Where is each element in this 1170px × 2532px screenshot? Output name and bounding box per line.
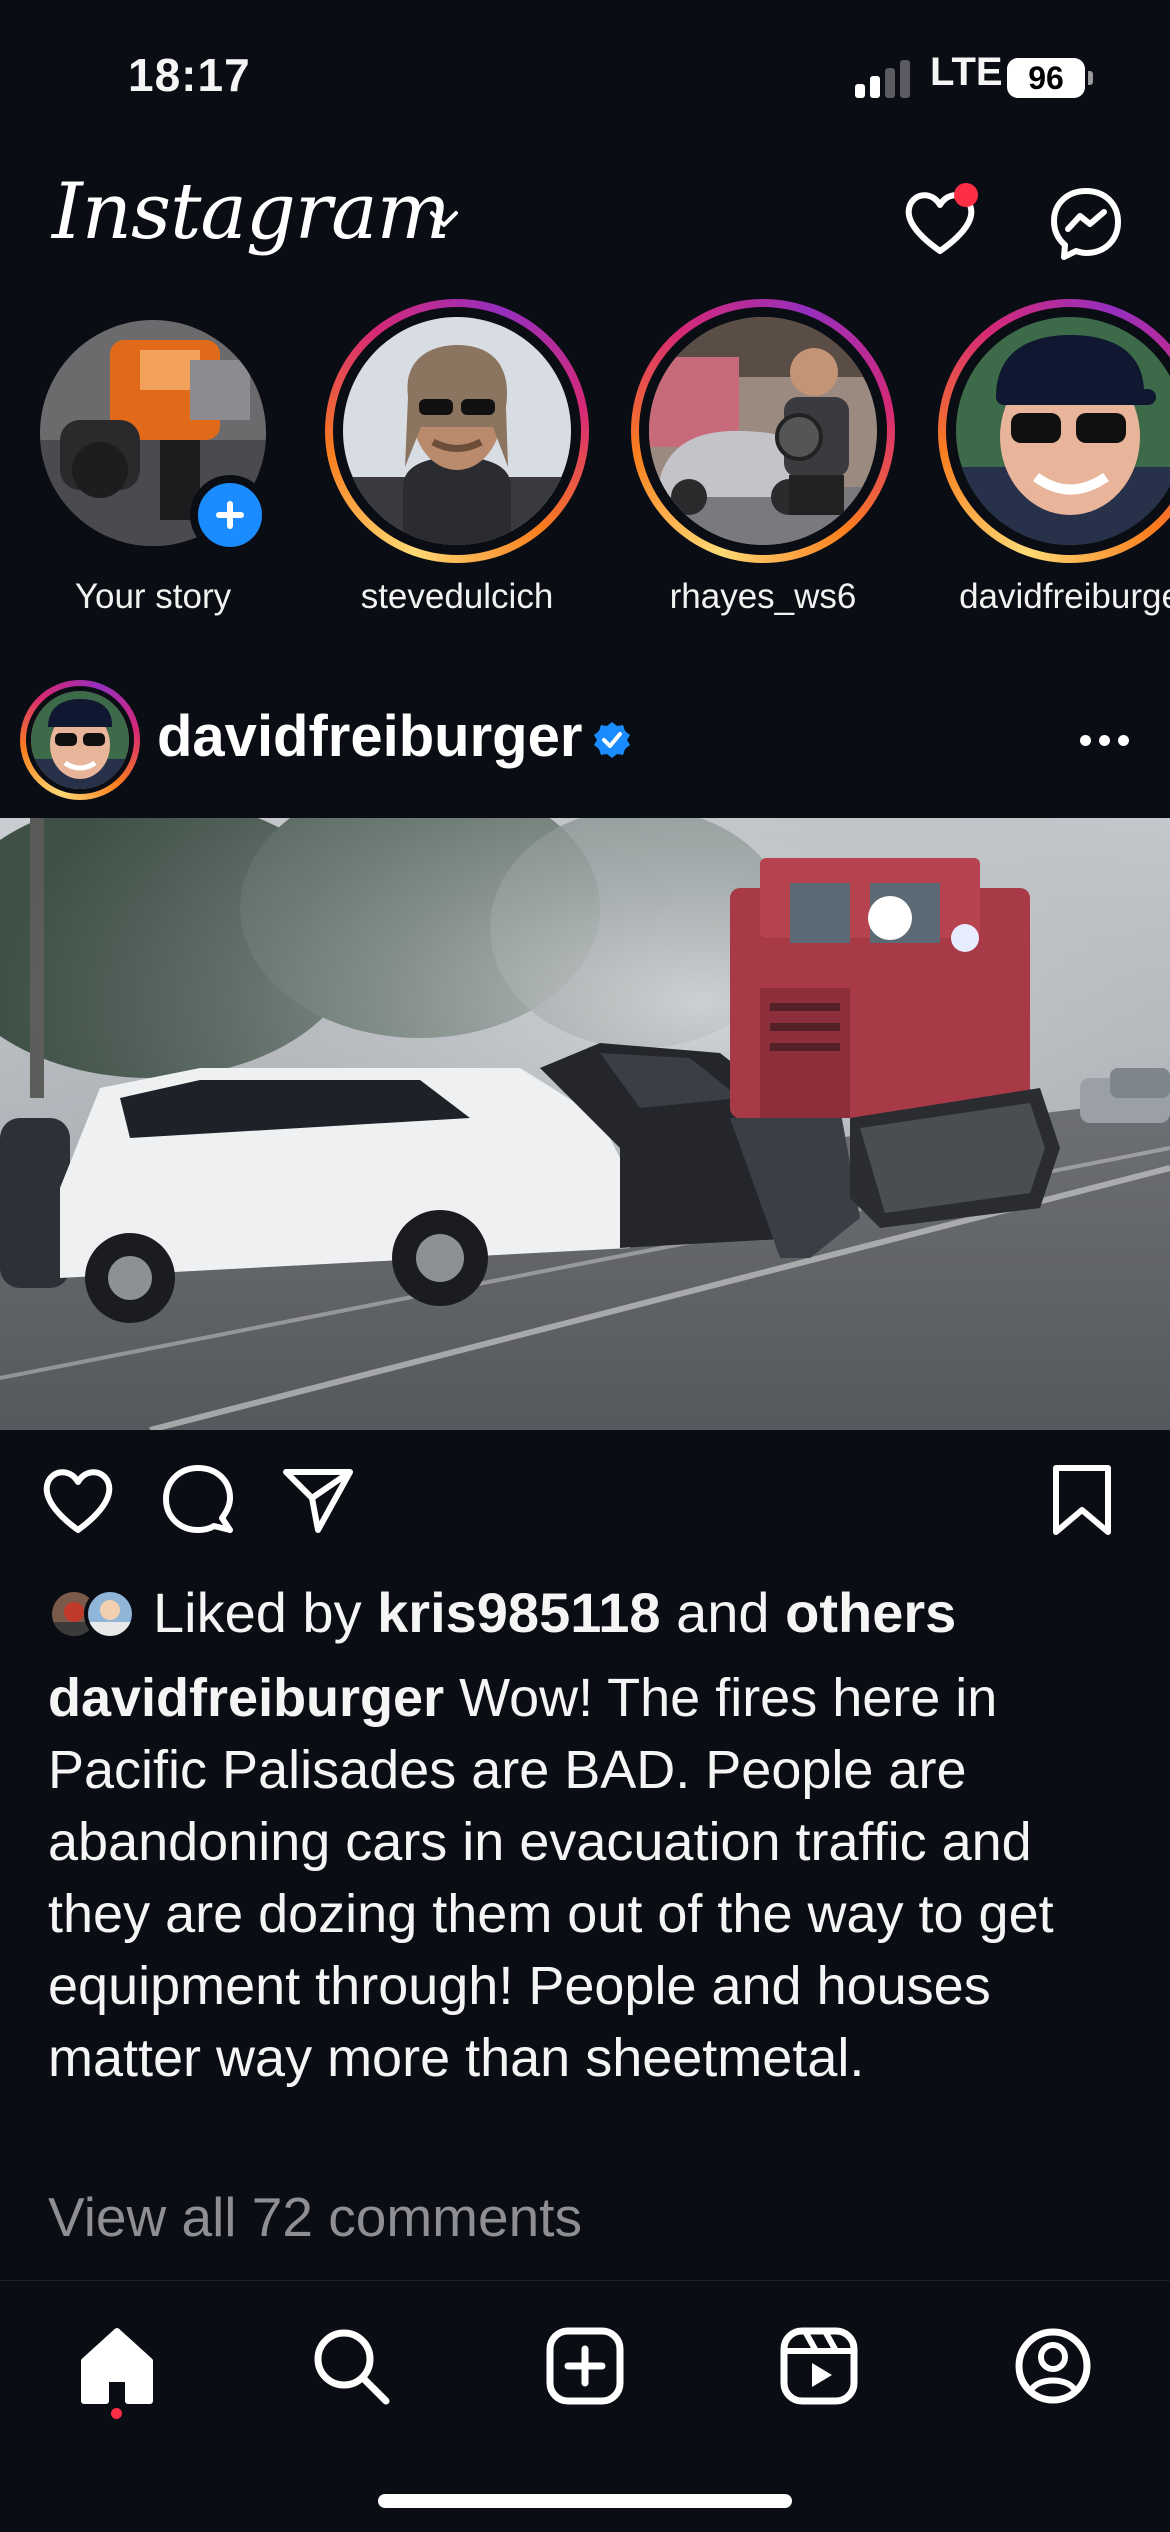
liker-avatar: [84, 1588, 136, 1640]
app-header: Instagram: [0, 165, 1170, 275]
status-time: 18:17: [128, 49, 251, 101]
story-ring: [938, 299, 1170, 563]
story-avatar: [343, 317, 571, 545]
verified-badge-icon: [594, 722, 630, 758]
story-davidfreiburger[interactable]: davidfreiburge: [925, 295, 1170, 625]
story-label: Your story: [74, 577, 232, 616]
liker-username[interactable]: kris985118: [377, 1581, 660, 1644]
like-icon[interactable]: [38, 1460, 118, 1540]
story-your-story[interactable]: Your story: [0, 295, 280, 625]
bookmark-icon[interactable]: [1042, 1460, 1122, 1540]
messenger-icon[interactable]: [1046, 183, 1126, 263]
create-icon[interactable]: [540, 2321, 630, 2411]
battery-tip: [1088, 71, 1093, 85]
comment-icon[interactable]: [158, 1460, 238, 1540]
story-label: davidfreiburge: [959, 577, 1170, 616]
caption-username[interactable]: davidfreiburger: [48, 1668, 444, 1728]
post-actions: [0, 1460, 1170, 1550]
home-indicator: [378, 2494, 792, 2508]
profile-icon[interactable]: [1008, 2321, 1098, 2411]
signal-icon: [855, 58, 915, 98]
chevron-down-icon[interactable]: [424, 205, 464, 235]
home-activity-dot: [111, 2408, 122, 2419]
post-avatar: [26, 686, 134, 794]
home-icon[interactable]: [72, 2321, 162, 2411]
likes-others[interactable]: others: [785, 1581, 956, 1644]
story-label: stevedulcich: [360, 577, 554, 616]
story-label: rhayes_ws6: [669, 577, 857, 616]
bottom-tab-bar: [0, 2280, 1170, 2532]
post-caption: davidfreiburger Wow! The fires here in P…: [48, 1662, 1128, 2094]
story-avatar: [956, 317, 1170, 545]
likes-text[interactable]: Liked by kris985118 and others: [153, 1580, 956, 1645]
search-icon[interactable]: [306, 2321, 396, 2411]
post-image[interactable]: [0, 818, 1170, 1430]
post-avatar-ring[interactable]: [20, 680, 140, 800]
add-story-icon[interactable]: [190, 475, 270, 555]
battery-icon: 96: [1007, 58, 1085, 98]
share-icon[interactable]: [278, 1460, 358, 1540]
story-ring: [631, 299, 895, 563]
status-bar: 18:17 LTE 96: [0, 0, 1170, 150]
stories-tray: Your story stevedulcich rhayes_ws6 david…: [0, 295, 1170, 630]
post-header: davidfreiburger: [0, 675, 1170, 805]
view-comments-link[interactable]: View all 72 comments: [48, 2185, 582, 2249]
story-rhayes-ws6[interactable]: rhayes_ws6: [618, 295, 898, 625]
story-stevedulcich[interactable]: stevedulcich: [312, 295, 592, 625]
instagram-logo[interactable]: Instagram: [52, 167, 451, 257]
likes-row: Liked by kris985118 and others: [48, 1580, 1148, 1645]
reels-icon[interactable]: [774, 2321, 864, 2411]
story-avatar: [649, 317, 877, 545]
notification-dot: [954, 183, 978, 207]
story-ring: [325, 299, 589, 563]
more-options-icon[interactable]: [1070, 715, 1140, 765]
network-label: LTE: [930, 50, 1003, 94]
post-username[interactable]: davidfreiburger: [157, 703, 582, 770]
caption-text: Wow! The fires here in Pacific Palisades…: [48, 1668, 1054, 2088]
